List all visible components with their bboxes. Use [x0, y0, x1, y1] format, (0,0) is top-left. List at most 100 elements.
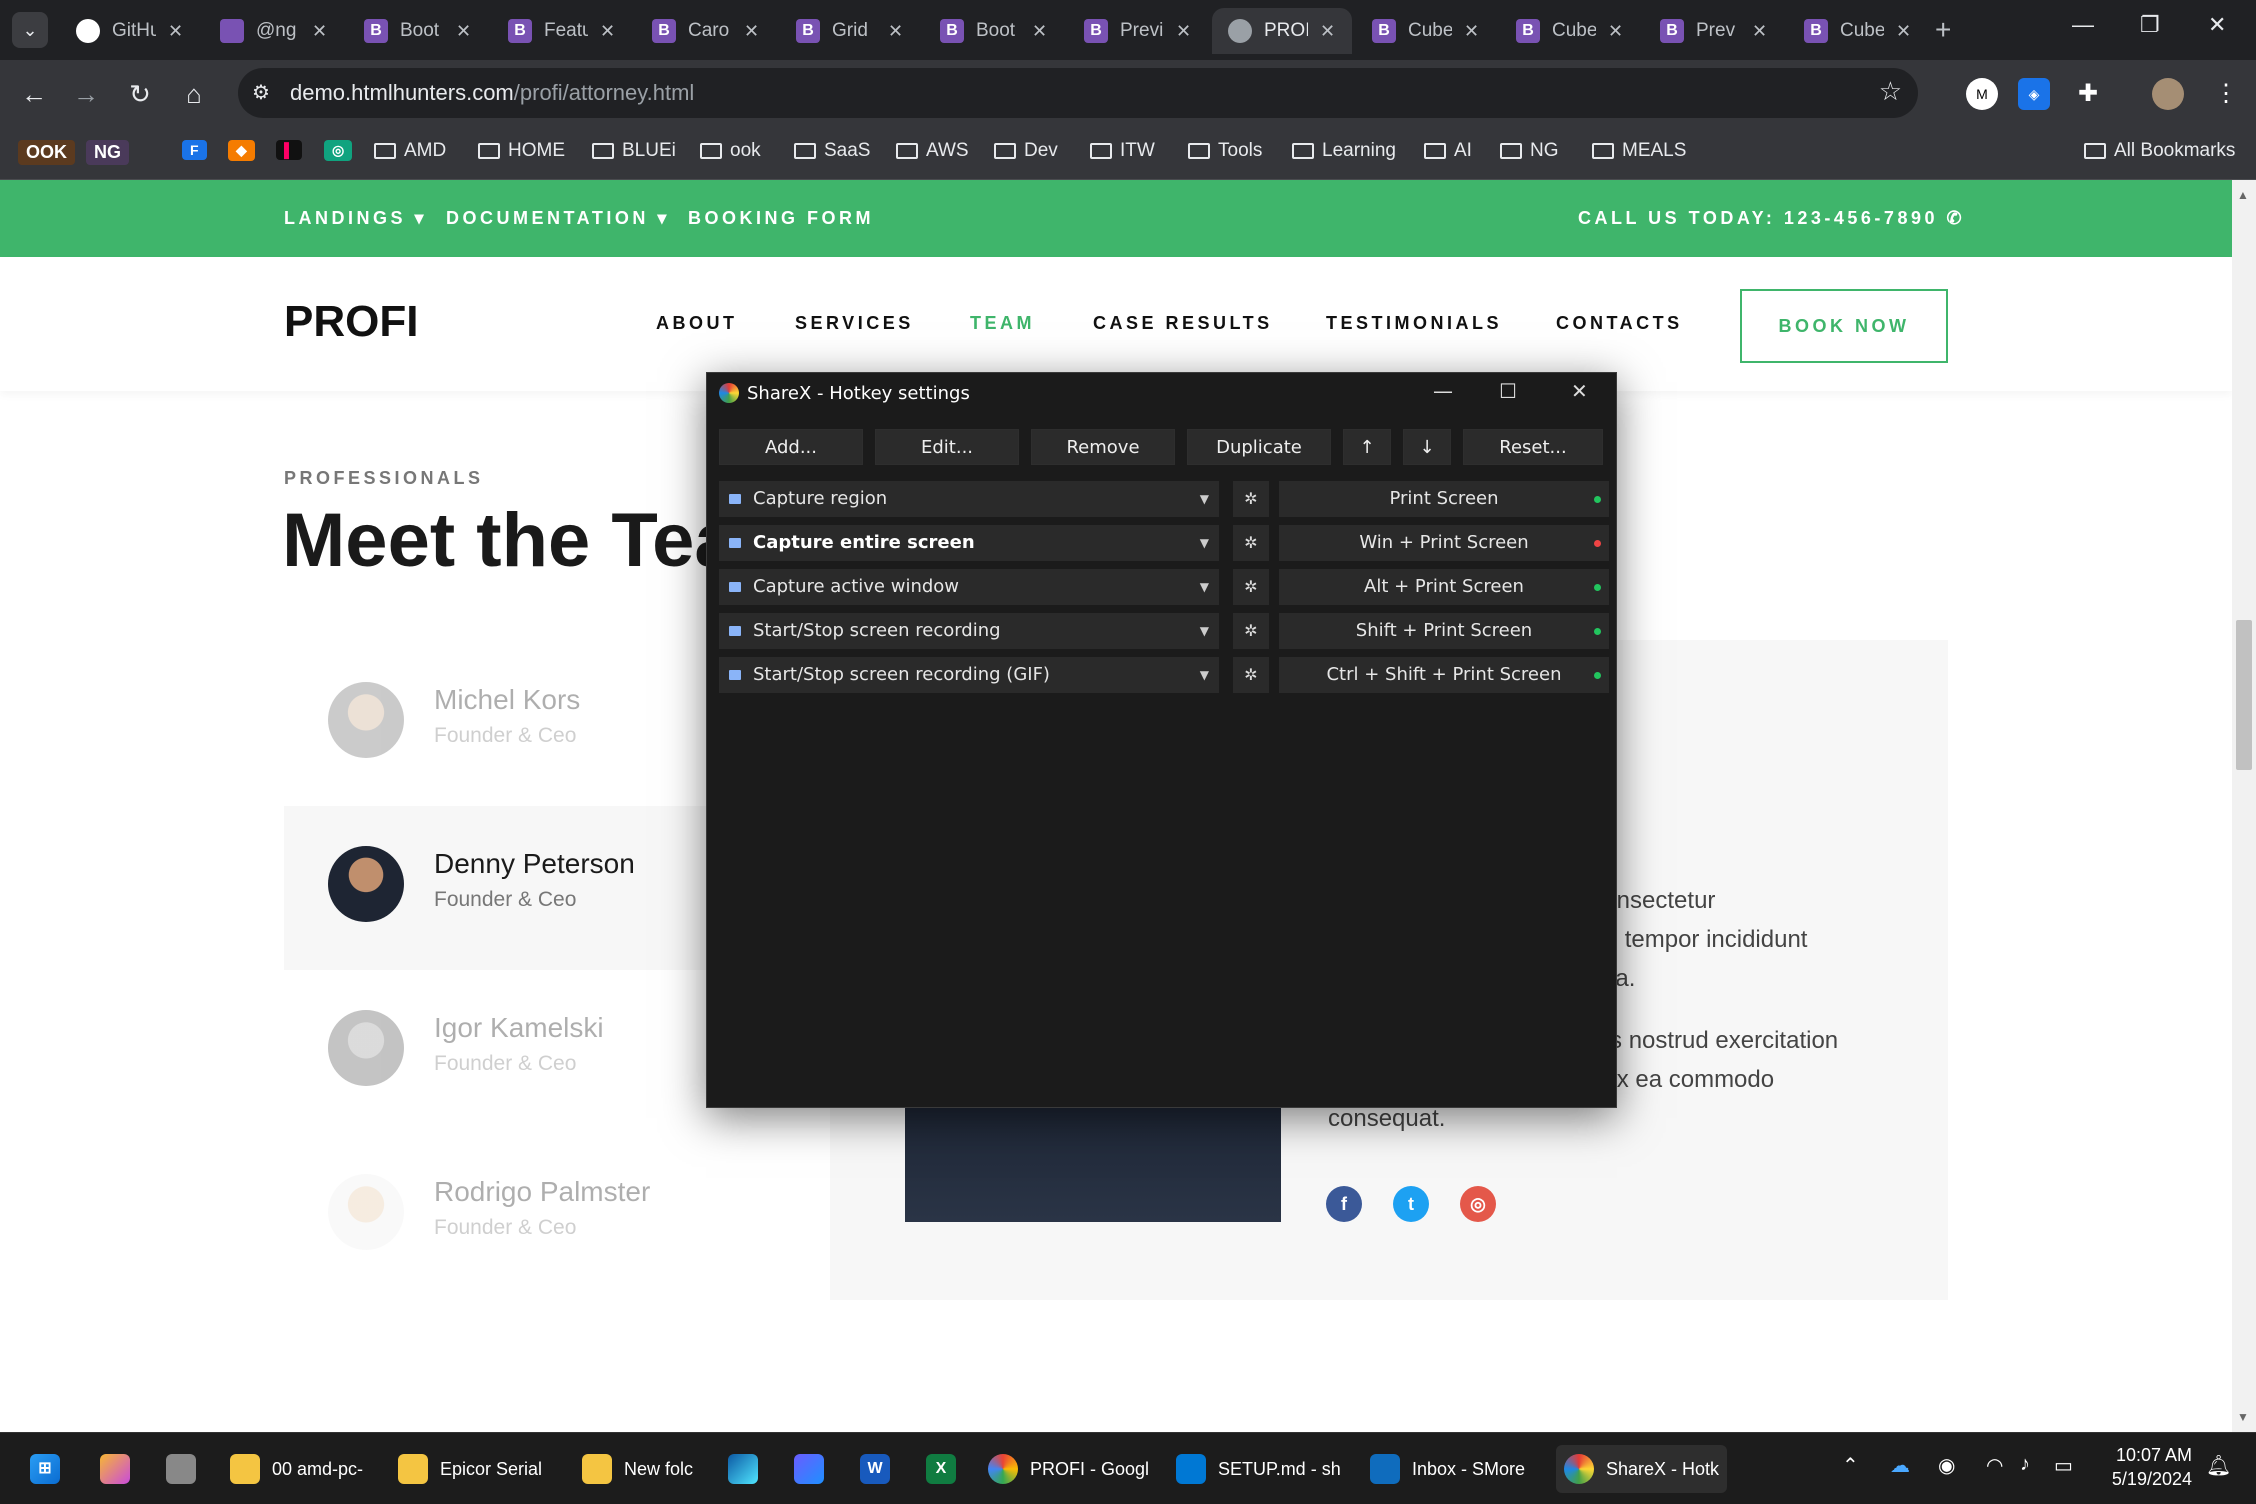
site-logo[interactable]: PROFI [284, 297, 418, 347]
profile-avatar[interactable] [2152, 78, 2184, 110]
hotkey-row[interactable]: Start/Stop screen recording (GIF) ▼ ✲ Ctrl … [719, 657, 1609, 693]
battery-icon[interactable]: ▭ [2054, 1453, 2073, 1478]
reload-icon[interactable]: ↻ [120, 74, 160, 114]
remove-button[interactable]: Remove [1031, 429, 1175, 465]
gear-icon[interactable]: ✲ [1233, 569, 1269, 605]
extension-icon[interactable]: M [1966, 78, 1998, 110]
nav-booking-form[interactable]: BOOKING FORM [688, 208, 874, 229]
close-window-button[interactable]: ✕ [2208, 12, 2226, 38]
close-tab-icon[interactable]: ✕ [1032, 21, 1054, 42]
close-tab-icon[interactable]: ✕ [1464, 21, 1486, 42]
close-tab-icon[interactable]: ✕ [888, 21, 910, 42]
address-bar[interactable]: ⚙ demo.htmlhunters.com/profi/attorney.ht… [238, 68, 1918, 118]
hotkey-input[interactable]: Shift + Print Screen [1279, 613, 1609, 649]
hotkey-row[interactable]: Start/Stop screen recording ▼ ✲ Shift + Pri… [719, 613, 1609, 649]
close-tab-icon[interactable]: ✕ [1896, 21, 1918, 42]
clock[interactable]: 10:07 AM 5/19/2024 [2112, 1443, 2192, 1491]
book-now-button[interactable]: BOOK NOW [1740, 289, 1948, 363]
hotkey-input[interactable]: Print Screen [1279, 481, 1609, 517]
taskbar-app[interactable]: PROFI - Googl [980, 1445, 1157, 1493]
minimize-button[interactable]: — [1433, 379, 1453, 403]
move-down-button[interactable]: ↓ [1403, 429, 1451, 465]
close-tab-icon[interactable]: ✕ [744, 21, 766, 42]
taskbar-app[interactable]: Epicor Serial [390, 1445, 550, 1493]
copilot-button[interactable] [92, 1445, 138, 1493]
hotkey-row[interactable]: Capture entire screen ▼ ✲ Win + Print Scree… [719, 525, 1609, 561]
bookmark-folder[interactable]: ITW [1090, 140, 1155, 162]
instagram-icon[interactable]: ◎ [1460, 1186, 1496, 1222]
twitter-icon[interactable]: t [1393, 1186, 1429, 1222]
taskbar-app[interactable]: 00 amd-pc- [222, 1445, 371, 1493]
taskbar-app[interactable]: SETUP.md - sh [1168, 1445, 1349, 1493]
hotkey-input[interactable]: Alt + Print Screen [1279, 569, 1609, 605]
start-button[interactable]: ⊞ [22, 1445, 68, 1493]
close-tab-icon[interactable]: ✕ [1608, 21, 1630, 42]
all-bookmarks[interactable]: All Bookmarks [2084, 140, 2235, 162]
bookmark-folder[interactable]: ook [700, 140, 761, 162]
close-tab-icon[interactable]: ✕ [1176, 21, 1198, 42]
task-dropdown[interactable]: Start/Stop screen recording ▼ [719, 613, 1219, 649]
back-icon[interactable]: ← [14, 74, 54, 114]
task-view-button[interactable] [158, 1445, 204, 1493]
browser-tab[interactable]: PROI ✕ [1212, 8, 1352, 54]
edge-button[interactable] [720, 1445, 766, 1493]
browser-tab[interactable]: B Prev ✕ [1644, 8, 1784, 54]
bookmark-folder[interactable]: MEALS [1592, 140, 1686, 162]
hotkey-row[interactable]: Capture active window ▼ ✲ Alt + Print Scree… [719, 569, 1609, 605]
tab-search-button[interactable]: ⌄ [12, 12, 48, 48]
gear-icon[interactable]: ✲ [1233, 613, 1269, 649]
excel-button[interactable]: X [918, 1445, 964, 1493]
notification-bell-icon[interactable]: 🔔︎ [2206, 1453, 2231, 1478]
extensions-puzzle-icon[interactable]: ✚ [2072, 78, 2104, 110]
nav-contacts[interactable]: CONTACTS [1556, 313, 1683, 334]
forward-icon[interactable]: → [66, 74, 106, 114]
task-dropdown[interactable]: Capture entire screen ▼ [719, 525, 1219, 561]
browser-tab[interactable]: B Boot ✕ [348, 8, 488, 54]
app-button[interactable] [786, 1445, 832, 1493]
browser-tab[interactable]: B Caro ✕ [636, 8, 776, 54]
gear-icon[interactable]: ✲ [1233, 657, 1269, 693]
nav-documentation[interactable]: DOCUMENTATION ▾ [446, 208, 670, 229]
move-up-button[interactable]: ↑ [1343, 429, 1391, 465]
bookmark-folder[interactable]: BLUEi [592, 140, 676, 162]
phone-number[interactable]: 123-456-7890 [1784, 208, 1938, 228]
menu-kebab-icon[interactable]: ⋮ [2210, 78, 2242, 110]
taskbar-app[interactable]: Inbox - SMore [1362, 1445, 1533, 1493]
close-tab-icon[interactable]: ✕ [1320, 21, 1342, 42]
nav-landings[interactable]: LANDINGS ▾ [284, 208, 427, 229]
nav-about[interactable]: ABOUT [656, 313, 738, 334]
scrollbar-thumb[interactable] [2236, 620, 2252, 770]
close-tab-icon[interactable]: ✕ [600, 21, 622, 42]
task-dropdown[interactable]: Capture region ▼ [719, 481, 1219, 517]
close-button[interactable]: ✕ [1571, 379, 1588, 403]
browser-tab[interactable]: B Grid ✕ [780, 8, 920, 54]
reset-button[interactable]: Reset... [1463, 429, 1603, 465]
bookmark-chip[interactable]: NG [86, 140, 129, 165]
hotkey-input[interactable]: Ctrl + Shift + Print Screen [1279, 657, 1609, 693]
browser-tab[interactable]: GitHub ✕ [60, 8, 200, 54]
hotkey-row[interactable]: Capture region ▼ ✲ Print Screen [719, 481, 1609, 517]
restore-button[interactable]: ❐ [2140, 12, 2160, 38]
nav-team[interactable]: TEAM [970, 313, 1035, 334]
browser-tab[interactable]: B Boot ✕ [924, 8, 1064, 54]
bookmark-star-icon[interactable]: ☆ [1879, 76, 1902, 107]
browser-tab[interactable]: @ng ✕ [204, 8, 344, 54]
nav-testimonials[interactable]: TESTIMONIALS [1326, 313, 1502, 334]
page-scrollbar[interactable]: ▲ ▼ [2232, 180, 2256, 1432]
task-dropdown[interactable]: Start/Stop screen recording (GIF) ▼ [719, 657, 1219, 693]
taskbar-app[interactable]: New folc [574, 1445, 701, 1493]
bookmark-folder[interactable]: AMD [374, 140, 446, 162]
task-dropdown[interactable]: Capture active window ▼ [719, 569, 1219, 605]
browser-tab[interactable]: B Previ ✕ [1068, 8, 1208, 54]
bookmark-chip[interactable]: OOK [18, 140, 76, 165]
gear-icon[interactable]: ✲ [1233, 525, 1269, 561]
maximize-button[interactable]: ☐ [1499, 379, 1517, 403]
wifi-icon[interactable]: ◠ [1986, 1453, 2003, 1478]
nav-case-results[interactable]: CASE RESULTS [1093, 313, 1273, 334]
bookmark-folder[interactable]: SaaS [794, 140, 870, 162]
bookmark-folder[interactable]: NG [1500, 140, 1559, 162]
team-member[interactable]: Rodrigo Palmster Founder & Ceo [284, 1134, 844, 1298]
browser-tab[interactable]: B Cube ✕ [1500, 8, 1640, 54]
site-info-icon[interactable]: ⚙ [252, 80, 270, 105]
browser-tab[interactable]: B Cube ✕ [1356, 8, 1496, 54]
